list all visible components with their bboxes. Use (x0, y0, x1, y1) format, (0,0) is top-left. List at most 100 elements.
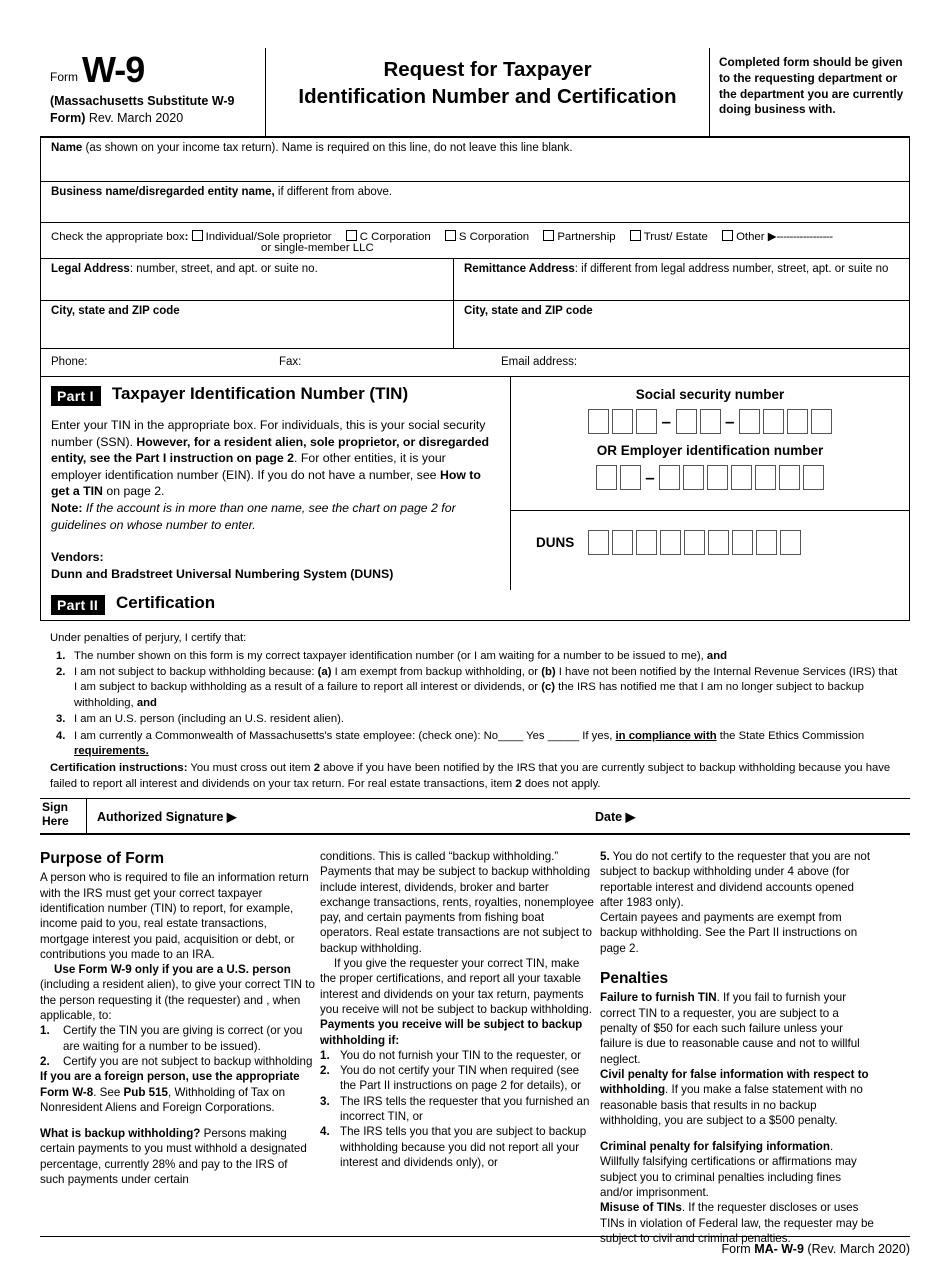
footer-prefix: Form (721, 1242, 755, 1256)
tin-digit-box[interactable] (810, 409, 832, 434)
cert-instr-3: does not apply. (521, 777, 601, 790)
remittance-city-label: City, state and ZIP code (464, 305, 593, 317)
duns-input-boxes[interactable] (586, 529, 802, 555)
tin-digit-box[interactable] (587, 529, 609, 555)
submission-notice: Completed form should be given to the re… (719, 55, 904, 117)
remittance-city-state-zip-field[interactable]: City, state and ZIP code (454, 301, 909, 348)
item-text: You do not certify your TIN when require… (340, 1064, 582, 1093)
signature-row: Sign Here Authorized Signature ▶ Date ▶ (40, 797, 910, 835)
legal-address-field[interactable]: Legal Address: number, street, and apt. … (41, 259, 454, 300)
checkbox-option-partnership[interactable]: Partnership (543, 230, 616, 243)
instruction-list-item: 4. The IRS tells you that you are subject… (320, 1124, 595, 1170)
option-label: Trust/ Estate (643, 231, 708, 243)
right-arrow-icon: ▶ (767, 231, 777, 243)
tin-entry-area: Social security number – – OR Employer id… (511, 377, 909, 511)
form-identity-block: Form W-9 (Massachusetts Substitute W-9 F… (40, 48, 265, 136)
vendors-label: Vendors: (51, 550, 104, 565)
checkbox-icon[interactable] (191, 230, 203, 241)
authorized-signature-field[interactable]: Authorized Signature ▶ (97, 809, 236, 824)
substitute-form-note: (Massachusetts Substitute W-9 Form) Rev.… (50, 93, 235, 126)
item-number: 1. (56, 649, 66, 662)
name-field-row[interactable]: Name (as shown on your income tax return… (40, 138, 910, 182)
sign-here-line-1: Sign (42, 799, 68, 814)
certification-text-segment: (c) (541, 681, 555, 694)
failure-to-furnish-paragraph: Failure to furnish TIN. If you fail to f… (600, 990, 875, 1066)
tin-digit-box[interactable] (731, 529, 753, 555)
certification-text-segment: and (136, 696, 157, 709)
checkbox-option-other[interactable]: Other ▶----------------- (722, 229, 833, 243)
tin-digit-box[interactable] (659, 465, 681, 490)
tin-digit-box[interactable] (779, 529, 801, 555)
tin-digit-box[interactable] (619, 465, 641, 490)
tin-digit-box[interactable] (779, 465, 801, 490)
part-1-instructions: Enter your TIN in the appropriate box. F… (51, 417, 498, 533)
checkbox-option-trust-estate[interactable]: Trust/ Estate (629, 230, 708, 243)
ssn-input-boxes[interactable]: – – (511, 409, 909, 434)
tin-digit-box[interactable] (803, 465, 825, 490)
item-5-text: You do not certify to the requester that… (600, 849, 871, 909)
certification-text-segment: (a) (317, 666, 332, 679)
tin-digit-box[interactable] (683, 465, 705, 490)
form-word-label: Form (50, 70, 78, 84)
certification-item: 2. I am not subject to backup withholding… (50, 665, 900, 711)
tin-digit-box[interactable] (707, 529, 729, 555)
purpose-paragraph-1: A person who is required to file an info… (40, 871, 309, 961)
checkbox-icon[interactable] (722, 230, 734, 241)
duns-description: Dunn and Bradstreet Universal Numbering … (51, 566, 394, 581)
entity-type-row: Check the appropriate box: Individual/So… (40, 223, 910, 259)
tin-digit-box[interactable] (731, 465, 753, 490)
tin-separator: – (645, 467, 655, 487)
form-title-block: Request for Taxpayer Identification Numb… (265, 48, 710, 136)
tin-digit-box[interactable] (636, 409, 658, 434)
instruction-list-item: 1. Certify the TIN you are giving is corr… (40, 1023, 315, 1054)
contact-row: Phone: Fax: Email address: (40, 349, 910, 377)
ein-input-boxes[interactable]: – (511, 465, 909, 490)
certification-item: 4. I am currently a Commonwealth of Massa… (50, 729, 900, 760)
checkbox-icon[interactable] (543, 230, 555, 241)
part-1-badge: Part I (51, 386, 101, 406)
certification-text-segment: I am exempt from backup withholding, or (331, 666, 542, 679)
certification-lead: Under penalties of perjury, I certify th… (50, 632, 247, 645)
certification-text: Under penalties of perjury, I certify th… (40, 621, 910, 798)
checkbox-icon[interactable] (345, 230, 357, 241)
remittance-address-field[interactable]: Remittance Address: if different from le… (454, 259, 909, 300)
part-2-badge: Part II (51, 595, 106, 616)
conditions-paragraph: conditions. This is called “backup withh… (320, 849, 594, 955)
other-write-in-line[interactable]: ----------------- (777, 231, 833, 243)
phone-field-label[interactable]: Phone: (51, 356, 87, 368)
checkbox-icon[interactable] (444, 230, 456, 241)
tin-digit-box[interactable] (659, 529, 681, 555)
tin-digit-box[interactable] (755, 465, 777, 490)
tin-digit-box[interactable] (675, 409, 697, 434)
tin-digit-box[interactable] (707, 465, 729, 490)
tin-digit-box[interactable] (588, 409, 610, 434)
certification-text-segment: requirements. (74, 744, 149, 757)
tin-digit-box[interactable] (612, 409, 634, 434)
tin-digit-box[interactable] (755, 529, 777, 555)
tin-digit-box[interactable] (611, 529, 633, 555)
use-form-w9-rest: (including a resident alien), to give yo… (40, 978, 315, 1023)
name-field-label: Name (as shown on your income tax return… (41, 138, 909, 154)
date-field[interactable]: Date ▶ (595, 809, 635, 824)
tin-digit-box[interactable] (595, 465, 617, 490)
legal-city-state-zip-field[interactable]: City, state and ZIP code (41, 301, 454, 348)
ssn-label: Social security number (635, 387, 785, 402)
instructions-columns: Purpose of Form A person who is required… (40, 849, 910, 1246)
email-field-label[interactable]: Email address: (501, 356, 577, 368)
certification-text-segment: and (706, 649, 727, 662)
item-number: 1. (320, 1048, 330, 1062)
certification-text-segment: I am not subject to backup withholding b… (74, 666, 318, 679)
tin-digit-box[interactable] (683, 529, 705, 555)
tin-digit-box[interactable] (635, 529, 657, 555)
sign-here-label: Sign Here (40, 799, 86, 833)
checkbox-icon[interactable] (629, 230, 641, 241)
fax-field-label[interactable]: Fax: (279, 356, 301, 368)
tin-digit-box[interactable] (762, 409, 784, 434)
business-name-field-row[interactable]: Business name/disregarded entity name, i… (40, 182, 910, 223)
tin-digit-box[interactable] (738, 409, 760, 434)
business-label-bold: Business name/disregarded entity name, (51, 186, 275, 198)
checkbox-option-s-corporation[interactable]: S Corporation (444, 230, 529, 243)
tin-digit-box[interactable] (786, 409, 808, 434)
business-name-label: Business name/disregarded entity name, i… (41, 182, 909, 198)
tin-digit-box[interactable] (699, 409, 721, 434)
